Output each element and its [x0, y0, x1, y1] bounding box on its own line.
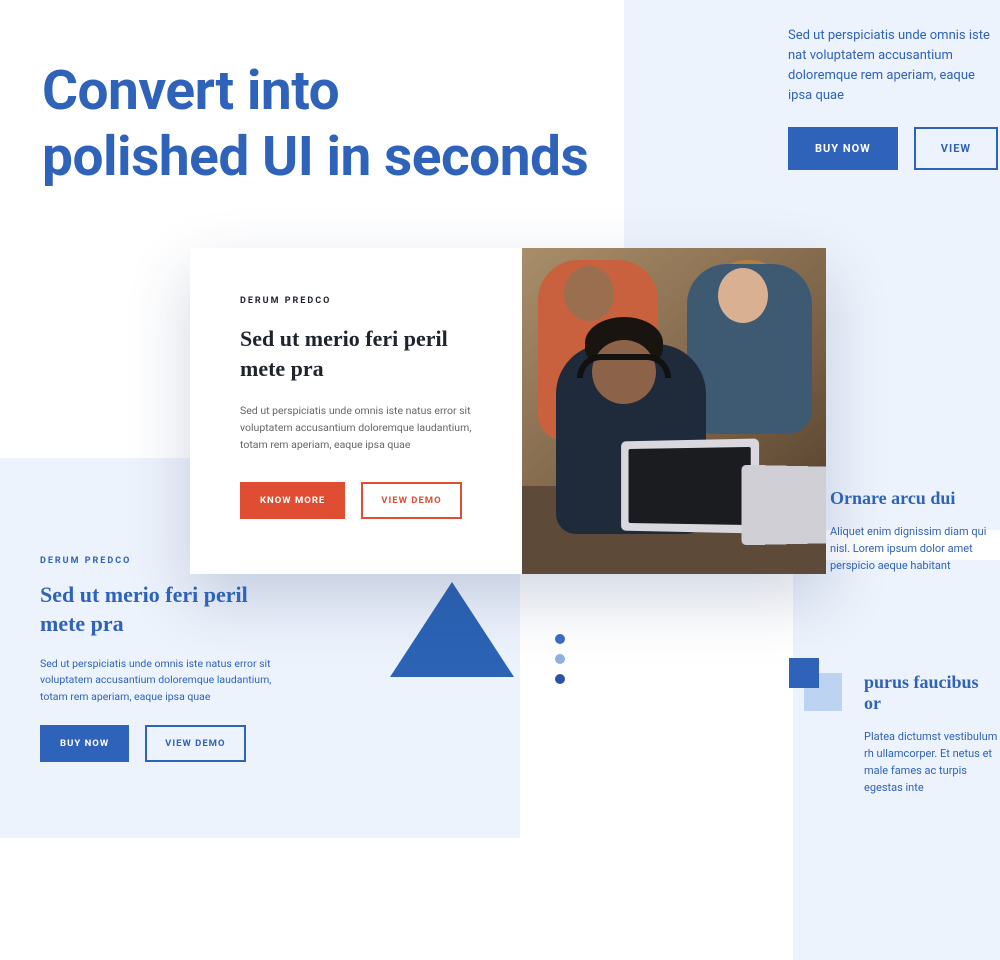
card-bottom-right-lower-title: purus faucibus or: [864, 672, 1000, 714]
card-middle: DERUM PREDCO Sed ut merio feri peril met…: [190, 248, 826, 574]
card-bottom-right-upper-title: Ornare arcu dui: [830, 488, 1000, 509]
card-top-right: Sed ut perspiciatis unde omnis iste nat …: [788, 26, 1000, 170]
card-bottom-left-actions: BUY NOW VIEW DEMO: [40, 725, 290, 762]
card-middle-actions: KNOW MORE VIEW DEMO: [240, 482, 492, 519]
card-middle-title: Sed ut merio feri peril mete pra: [240, 324, 492, 383]
buy-now-button[interactable]: BUY NOW: [40, 725, 129, 762]
square-front-icon: [789, 658, 819, 688]
card-middle-image: [522, 248, 826, 574]
view-button[interactable]: VIEW: [914, 127, 998, 170]
card-bottom-right-lower: purus faucibus or Platea dictumst vestib…: [864, 672, 1000, 796]
view-demo-button[interactable]: VIEW DEMO: [145, 725, 245, 762]
card-top-right-actions: BUY NOW VIEW: [788, 127, 1000, 170]
card-top-right-paragraph: Sed ut perspiciatis unde omnis iste nat …: [788, 26, 1000, 107]
card-bottom-left-paragraph: Sed ut perspiciatis unde omnis iste natu…: [40, 656, 290, 705]
card-middle-content: DERUM PREDCO Sed ut merio feri peril met…: [190, 248, 522, 574]
triangle-icon: [390, 582, 514, 677]
card-bottom-left: DERUM PREDCO Sed ut merio feri peril met…: [40, 556, 290, 762]
dots-icon: [555, 634, 565, 694]
card-bottom-left-title: Sed ut merio feri peril mete pra: [40, 581, 290, 638]
card-middle-paragraph: Sed ut perspiciatis unde omnis iste natu…: [240, 403, 492, 453]
card-bottom-right-lower-paragraph: Platea dictumst vestibulum rh ullamcorpe…: [864, 728, 1000, 796]
buy-now-button[interactable]: BUY NOW: [788, 127, 898, 170]
card-bottom-right-upper-paragraph: Aliquet enim dignissim diam qui nisl. Lo…: [830, 523, 1000, 574]
know-more-button[interactable]: KNOW MORE: [240, 482, 345, 519]
card-bottom-left-eyebrow: DERUM PREDCO: [40, 556, 290, 566]
view-demo-button[interactable]: VIEW DEMO: [361, 482, 461, 519]
page-headline: Convert into polished UI in seconds: [42, 58, 588, 190]
card-bottom-right-upper: Ornare arcu dui Aliquet enim dignissim d…: [830, 488, 1000, 574]
card-middle-eyebrow: DERUM PREDCO: [240, 296, 492, 306]
